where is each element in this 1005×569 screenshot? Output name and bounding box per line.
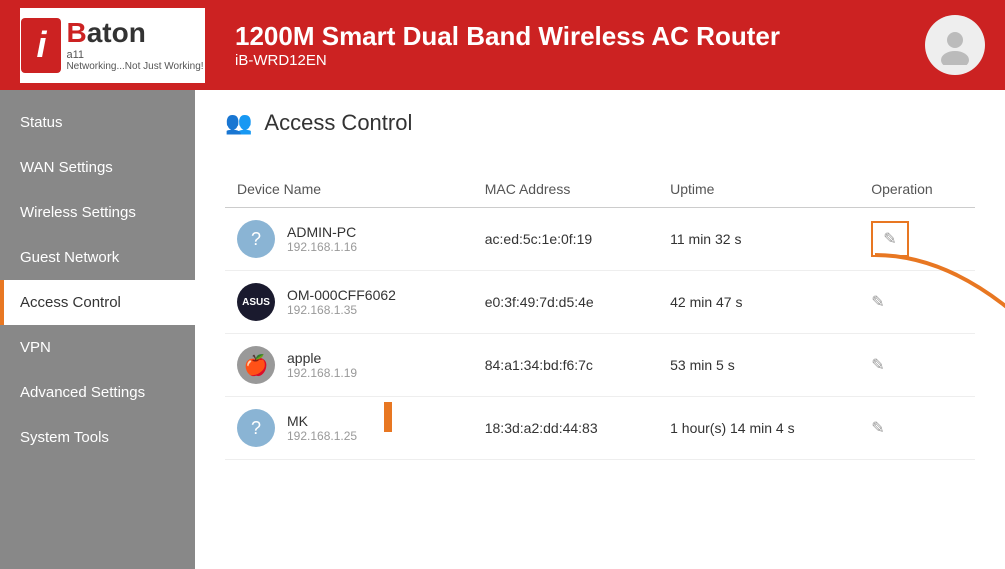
device-name: OM-000CFF6062 xyxy=(287,287,396,303)
edit-icon[interactable]: ✎ xyxy=(883,229,896,249)
sidebar-item-system-tools[interactable]: System Tools xyxy=(0,415,195,460)
logo-all: a11 xyxy=(66,49,203,61)
page-title: Access Control xyxy=(264,110,412,136)
model-number: iB-WRD12EN xyxy=(235,52,780,69)
sidebar-item-guest-network[interactable]: Guest Network xyxy=(0,235,195,280)
logo-text: Baton a11 Networking...Not Just Working! xyxy=(66,19,203,72)
device-name-group: OM-000CFF6062 192.168.1.35 xyxy=(287,287,396,317)
sidebar-item-wireless-settings[interactable]: Wireless Settings xyxy=(0,190,195,235)
sidebar-item-wan-settings[interactable]: WAN Settings xyxy=(0,145,195,190)
avatar xyxy=(925,15,985,75)
mac-address: 18:3d:a2:dd:44:83 xyxy=(473,397,658,460)
mac-address: e0:3f:49:7d:d5:4e xyxy=(473,271,658,334)
mac-address: ac:ed:5c:1e:0f:19 xyxy=(473,208,658,271)
operation-cell: ✎ xyxy=(859,397,975,460)
operation-cell: ✎ xyxy=(859,334,975,397)
device-icon-apple: 🍎 xyxy=(237,346,275,384)
device-ip: 192.168.1.19 xyxy=(287,366,357,380)
sidebar-item-status[interactable]: Status xyxy=(0,100,195,145)
uptime: 1 hour(s) 14 min 4 s xyxy=(658,397,859,460)
edit-icon[interactable]: ✎ xyxy=(871,420,884,437)
col-device-name: Device Name xyxy=(225,171,473,208)
device-icon-unknown: ? xyxy=(237,409,275,447)
device-name: MK xyxy=(287,413,357,429)
col-mac: MAC Address xyxy=(473,171,658,208)
device-icon-asus: ASUS xyxy=(237,283,275,321)
uptime: 11 min 32 s xyxy=(658,208,859,271)
table-row: ? MK 192.168.1.25 18:3d:a2:dd:44:831 hou… xyxy=(225,397,975,460)
device-name: ADMIN-PC xyxy=(287,224,357,240)
device-ip: 192.168.1.35 xyxy=(287,303,396,317)
sidebar-item-advanced-settings[interactable]: Advanced Settings xyxy=(0,370,195,415)
product-name: 1200M Smart Dual Band Wireless AC Router xyxy=(235,21,780,52)
sidebar: Status WAN Settings Wireless Settings Gu… xyxy=(0,90,195,569)
access-control-icon: 👥 xyxy=(225,110,252,136)
operation-cell: ✎ xyxy=(859,208,975,271)
sidebar-item-access-control[interactable]: Access Control xyxy=(0,280,195,325)
page-title-row: 👥 Access Control xyxy=(225,110,975,146)
sidebar-item-vpn[interactable]: VPN xyxy=(0,325,195,370)
table-row: 🍎 apple 192.168.1.19 84:a1:34:bd:f6:7c53… xyxy=(225,334,975,397)
operation-cell: ✎ xyxy=(859,271,975,334)
device-cell-0: ? ADMIN-PC 192.168.1.16 xyxy=(225,208,473,271)
logo-tagline: Networking...Not Just Working! xyxy=(66,61,203,72)
logo-brand: Baton xyxy=(66,19,203,47)
header: i Baton a11 Networking...Not Just Workin… xyxy=(0,0,1005,90)
device-table: Device Name MAC Address Uptime Operation… xyxy=(225,171,975,460)
uptime: 53 min 5 s xyxy=(658,334,859,397)
logo-i: i xyxy=(21,18,61,73)
main-layout: Status WAN Settings Wireless Settings Gu… xyxy=(0,90,1005,569)
col-operation: Operation xyxy=(859,171,975,208)
col-uptime: Uptime xyxy=(658,171,859,208)
table-row: ASUS OM-000CFF6062 192.168.1.35 e0:3f:49… xyxy=(225,271,975,334)
edit-icon[interactable]: ✎ xyxy=(871,294,884,311)
device-name-group: apple 192.168.1.19 xyxy=(287,350,357,380)
edit-icon[interactable]: ✎ xyxy=(871,357,884,374)
uptime: 42 min 47 s xyxy=(658,271,859,334)
device-icon-unknown: ? xyxy=(237,220,275,258)
table-row: ? ADMIN-PC 192.168.1.16 ac:ed:5c:1e:0f:1… xyxy=(225,208,975,271)
device-name-group: ADMIN-PC 192.168.1.16 xyxy=(287,224,357,254)
device-name-group: MK 192.168.1.25 xyxy=(287,413,357,443)
edit-button-highlighted[interactable]: ✎ xyxy=(871,221,908,257)
device-name: apple xyxy=(287,350,357,366)
mac-address: 84:a1:34:bd:f6:7c xyxy=(473,334,658,397)
header-title: 1200M Smart Dual Band Wireless AC Router… xyxy=(235,21,780,69)
device-ip: 192.168.1.16 xyxy=(287,240,357,254)
device-cell-2: 🍎 apple 192.168.1.19 xyxy=(225,334,473,397)
logo: i Baton a11 Networking...Not Just Workin… xyxy=(20,8,205,83)
device-cell-1: ASUS OM-000CFF6062 192.168.1.35 xyxy=(225,271,473,334)
device-ip: 192.168.1.25 xyxy=(287,429,357,443)
content-area: 👥 Access Control Device Name MAC Address… xyxy=(195,90,1005,569)
device-cell-3: ? MK 192.168.1.25 xyxy=(225,397,473,460)
user-avatar-icon xyxy=(935,25,975,65)
